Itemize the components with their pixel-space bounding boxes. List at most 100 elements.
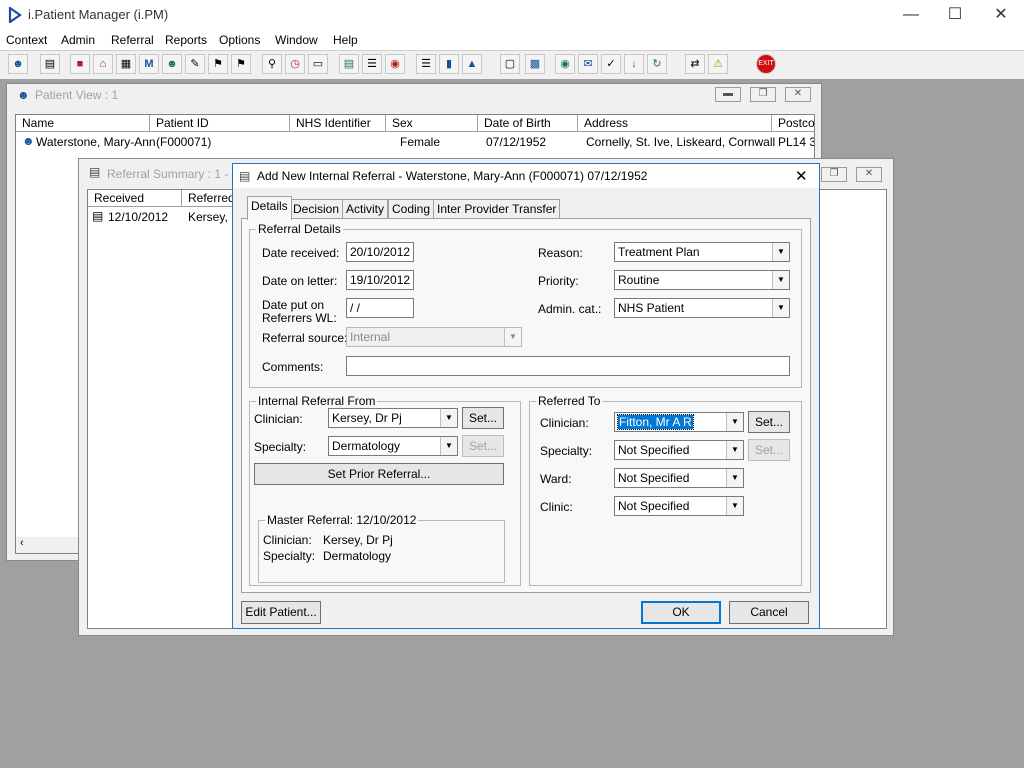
chevron-down-icon[interactable]: ▼ bbox=[772, 243, 789, 261]
col-postcode[interactable]: Postcod bbox=[772, 115, 814, 132]
col-patient-id[interactable]: Patient ID bbox=[150, 115, 290, 132]
book-icon[interactable]: ■ bbox=[70, 54, 90, 74]
chevron-down-icon[interactable]: ▼ bbox=[440, 437, 457, 455]
chevron-down-icon[interactable]: ▼ bbox=[726, 497, 743, 515]
tab-activity[interactable]: Activity bbox=[342, 199, 389, 219]
patient-row[interactable]: ☻ Waterstone, Mary-Ann (F000071) Female … bbox=[16, 133, 814, 151]
reason-label: Reason: bbox=[538, 246, 583, 260]
horizontal-scrollbar[interactable]: ‹ bbox=[16, 537, 86, 553]
date-received-field[interactable]: 20/10/2012 bbox=[346, 242, 414, 262]
admin-cat-select[interactable]: NHS Patient ▼ bbox=[614, 298, 790, 318]
comments-field[interactable] bbox=[346, 356, 790, 376]
referral-summary-restore[interactable]: ❐ bbox=[821, 167, 847, 182]
to-specialty-select[interactable]: Not Specified ▼ bbox=[614, 440, 744, 460]
to-clinician-set-button[interactable]: Set... bbox=[748, 411, 790, 433]
referral-source-select[interactable]: Internal ▼ bbox=[346, 327, 522, 347]
patient-icon[interactable]: ☻ bbox=[8, 54, 28, 74]
from-clinician-select[interactable]: Kersey, Dr Pj ▼ bbox=[328, 408, 458, 428]
patient-view-restore[interactable]: ❐ bbox=[750, 87, 776, 102]
col-received[interactable]: Received bbox=[88, 190, 182, 207]
priority-select[interactable]: Routine ▼ bbox=[614, 270, 790, 290]
chevron-down-icon[interactable]: ▼ bbox=[726, 469, 743, 487]
bed-icon[interactable]: ▮ bbox=[439, 54, 459, 74]
patient-view-close[interactable]: ✕ bbox=[785, 87, 811, 102]
transport-icon[interactable]: ▲ bbox=[462, 54, 482, 74]
tab-coding[interactable]: Coding bbox=[388, 199, 435, 219]
chevron-down-icon[interactable]: ▼ bbox=[726, 413, 743, 431]
message-icon[interactable]: ✉ bbox=[578, 54, 598, 74]
col-sex[interactable]: Sex bbox=[386, 115, 478, 132]
menu-referral[interactable]: Referral bbox=[111, 33, 154, 47]
monitor-icon[interactable]: ▭ bbox=[308, 54, 328, 74]
menu-window[interactable]: Window bbox=[275, 33, 318, 47]
date-put-on-field[interactable]: / / bbox=[346, 298, 414, 318]
bar-chart-icon[interactable]: ▩ bbox=[525, 54, 545, 74]
from-specialty-set-button[interactable]: Set... bbox=[462, 435, 504, 457]
clinician-icon[interactable]: ☻ bbox=[162, 54, 182, 74]
flag2-icon[interactable]: ⚑ bbox=[231, 54, 251, 74]
dialog-close-icon[interactable]: ✕ bbox=[795, 167, 808, 185]
document-icon[interactable]: ▢ bbox=[500, 54, 520, 74]
referral-icon[interactable]: ▤ bbox=[40, 54, 60, 74]
checklist-icon[interactable]: ✓ bbox=[601, 54, 621, 74]
col-address[interactable]: Address bbox=[578, 115, 772, 132]
list-icon[interactable]: ☰ bbox=[362, 54, 382, 74]
maximize-button[interactable]: ☐ bbox=[932, 0, 978, 30]
chevron-down-icon[interactable]: ▼ bbox=[772, 299, 789, 317]
chart-icon[interactable]: ▤ bbox=[339, 54, 359, 74]
patient-view-minimize[interactable]: ▬ bbox=[715, 87, 741, 102]
master-clinician-label: Clinician: bbox=[263, 533, 312, 547]
clock-icon[interactable]: ◷ bbox=[285, 54, 305, 74]
search-doc-icon[interactable]: ⚲ bbox=[262, 54, 282, 74]
ok-button[interactable]: OK bbox=[641, 601, 721, 624]
clinic-select[interactable]: Not Specified ▼ bbox=[614, 496, 744, 516]
flag-icon[interactable]: ⚑ bbox=[208, 54, 228, 74]
tab-details[interactable]: Details bbox=[247, 196, 292, 220]
cancel-button[interactable]: Cancel bbox=[729, 601, 809, 624]
arrow-down-icon[interactable]: ↓ bbox=[624, 54, 644, 74]
set-prior-referral-button[interactable]: Set Prior Referral... bbox=[254, 463, 504, 485]
to-specialty-label: Specialty: bbox=[540, 444, 593, 458]
reason-select[interactable]: Treatment Plan ▼ bbox=[614, 242, 790, 262]
chevron-down-icon[interactable]: ▼ bbox=[440, 409, 457, 427]
minimize-button[interactable]: — bbox=[888, 0, 934, 30]
ward-select[interactable]: Not Specified ▼ bbox=[614, 468, 744, 488]
from-clinician-set-button[interactable]: Set... bbox=[462, 407, 504, 429]
warning-icon[interactable]: ⚠ bbox=[708, 54, 728, 74]
menu-options[interactable]: Options bbox=[219, 33, 260, 47]
referral-details-legend: Referral Details bbox=[256, 222, 343, 236]
clinic-value: Not Specified bbox=[618, 499, 690, 513]
menu-context[interactable]: Context bbox=[6, 33, 47, 47]
menu-help[interactable]: Help bbox=[333, 33, 358, 47]
col-nhs-identifier[interactable]: NHS Identifier bbox=[290, 115, 386, 132]
to-clinician-select[interactable]: Fitton, Mr A R ▼ bbox=[614, 412, 744, 432]
exit-icon[interactable]: EXIT bbox=[756, 54, 776, 74]
close-button[interactable]: ✕ bbox=[978, 0, 1024, 30]
col-date-of-birth[interactable]: Date of Birth bbox=[478, 115, 578, 132]
home-icon[interactable]: ⌂ bbox=[93, 54, 113, 74]
add-internal-referral-dialog: ▤ Add New Internal Referral - Waterstone… bbox=[232, 163, 820, 629]
from-specialty-select[interactable]: Dermatology ▼ bbox=[328, 436, 458, 456]
date-on-letter-field[interactable]: 19/10/2012 bbox=[346, 270, 414, 290]
referral-summary-close[interactable]: ✕ bbox=[856, 167, 882, 182]
tab-inter-provider-transfer[interactable]: Inter Provider Transfer bbox=[433, 199, 561, 219]
menu-reports[interactable]: Reports bbox=[165, 33, 207, 47]
chevron-down-icon[interactable]: ▼ bbox=[504, 328, 521, 346]
to-specialty-set-button[interactable]: Set... bbox=[748, 439, 790, 461]
note-icon[interactable]: ☰ bbox=[416, 54, 436, 74]
scroll-left-icon[interactable]: ‹ bbox=[20, 537, 24, 549]
card-icon[interactable]: ▦ bbox=[116, 54, 136, 74]
admin-cat-value: NHS Patient bbox=[618, 301, 685, 315]
refresh-icon[interactable]: ↻ bbox=[647, 54, 667, 74]
globe-icon[interactable]: ◉ bbox=[555, 54, 575, 74]
chevron-down-icon[interactable]: ▼ bbox=[726, 441, 743, 459]
edit-patient-button[interactable]: Edit Patient... bbox=[241, 601, 321, 624]
chevron-down-icon[interactable]: ▼ bbox=[772, 271, 789, 289]
tab-decision[interactable]: Decision bbox=[289, 199, 344, 219]
col-name[interactable]: Name bbox=[16, 115, 150, 132]
swap-icon[interactable]: ⇄ bbox=[685, 54, 705, 74]
menu-admin[interactable]: Admin bbox=[61, 33, 95, 47]
gauge-icon[interactable]: ◉ bbox=[385, 54, 405, 74]
notes-icon[interactable]: ✎ bbox=[185, 54, 205, 74]
m-icon[interactable]: M bbox=[139, 54, 159, 74]
